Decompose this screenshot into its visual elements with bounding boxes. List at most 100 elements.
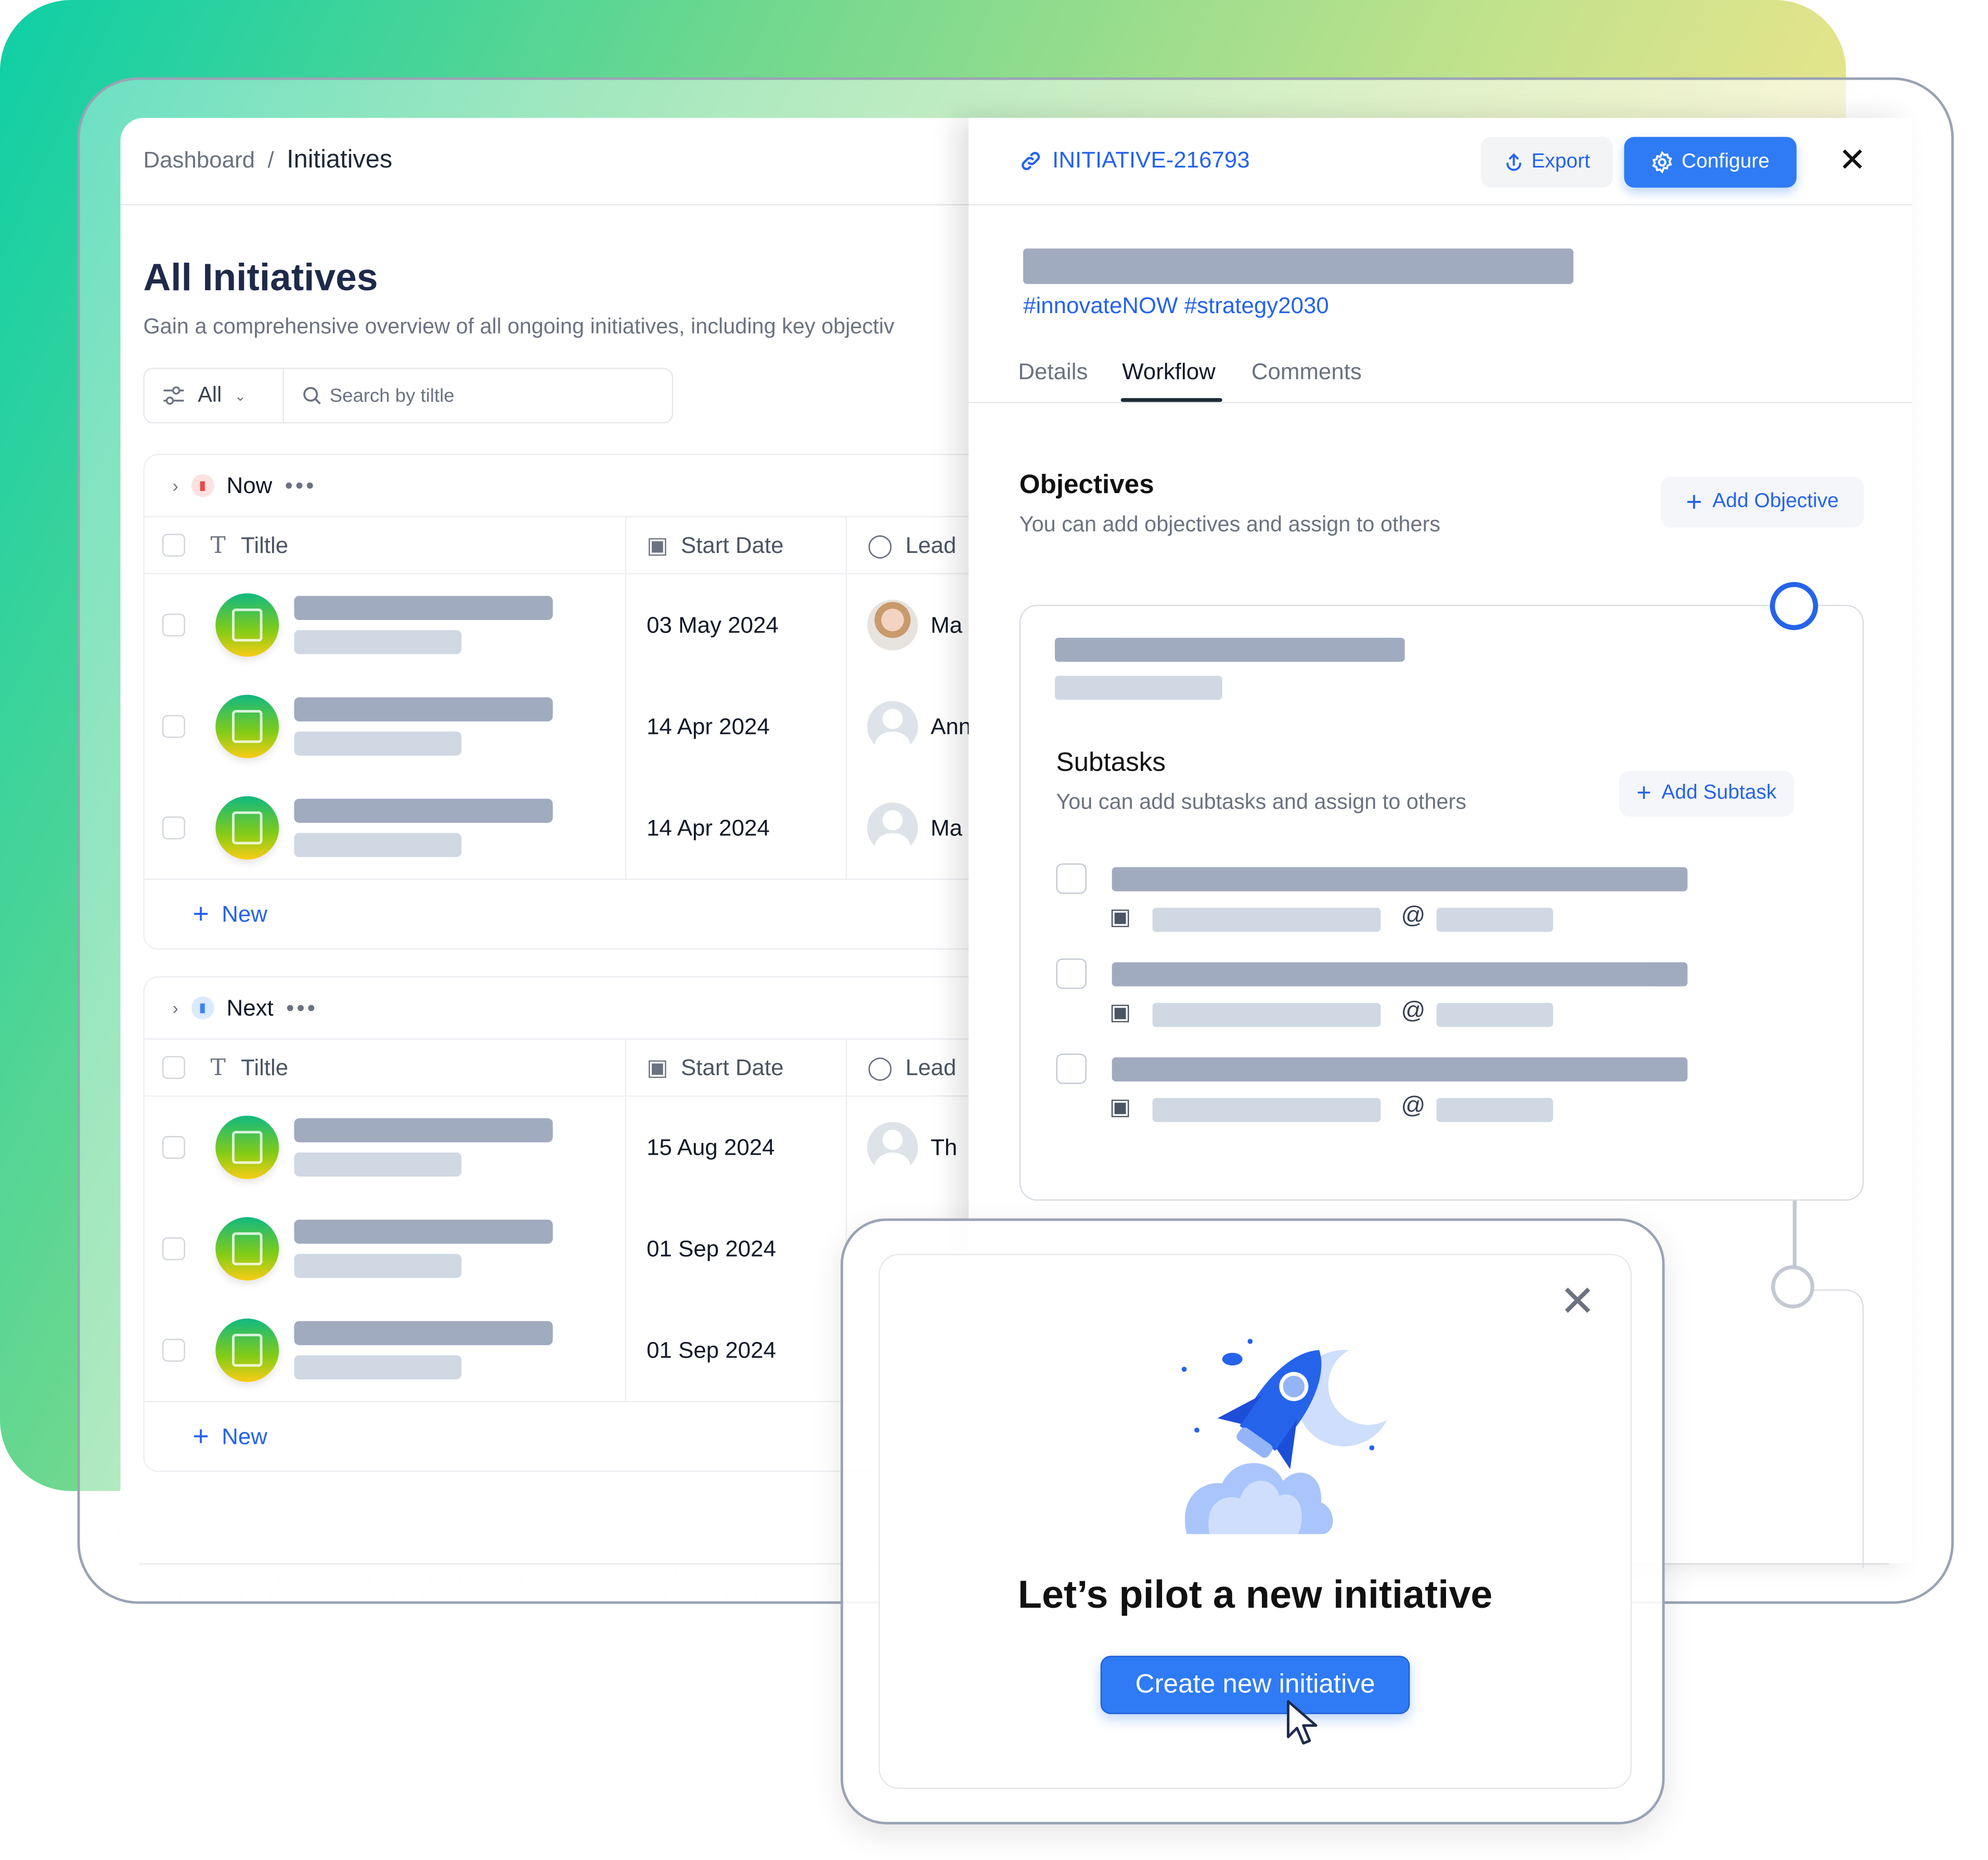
- close-icon[interactable]: ✕: [1836, 143, 1869, 176]
- new-item-button[interactable]: + New: [145, 880, 1004, 949]
- select-all-checkbox[interactable]: [162, 534, 185, 557]
- subtask-checkbox[interactable]: [1056, 863, 1087, 894]
- add-subtask-label: Add Subtask: [1661, 782, 1777, 804]
- detail-tabs: Details Workflow Comments: [969, 346, 1912, 404]
- search-placeholder: Search by tiltle: [329, 384, 455, 407]
- plus-icon: +: [192, 897, 209, 929]
- start-date: 14 Apr 2024: [626, 777, 847, 879]
- add-objective-label: Add Objective: [1712, 490, 1839, 512]
- table-header: T Tiltle ▣ Start Date ◯ Lead: [144, 517, 1004, 575]
- rocket-illustration-icon: [1181, 1339, 1387, 1534]
- group-header[interactable]: › ▮ Now •••: [144, 455, 1004, 518]
- export-button[interactable]: Export: [1481, 137, 1613, 188]
- page-title: All Initiatives: [143, 257, 378, 300]
- search-input[interactable]: Search by tiltle: [284, 369, 455, 422]
- export-label: Export: [1531, 151, 1590, 173]
- avatar: [867, 1122, 918, 1173]
- create-initiative-modal: ✕ Let’s pilot a new initiative Create ne…: [879, 1254, 1632, 1789]
- create-initiative-button[interactable]: Create new initiative: [1100, 1656, 1410, 1714]
- column-lead[interactable]: Lead: [906, 1054, 957, 1081]
- chevron-down-icon: ⌄: [234, 389, 247, 404]
- subtask-checkbox[interactable]: [1056, 1053, 1087, 1084]
- tab-details[interactable]: Details: [1018, 359, 1088, 385]
- more-options-icon[interactable]: •••: [286, 994, 318, 1021]
- next-objective-card-edge: [1792, 1289, 1864, 1569]
- initiative-tags[interactable]: #innovateNOW #strategy2030: [1023, 293, 1329, 319]
- breadcrumb-dashboard[interactable]: Dashboard: [143, 147, 255, 173]
- row-checkbox[interactable]: [162, 1136, 185, 1159]
- modal-overlay: ✕ Let’s pilot a new initiative Create ne…: [841, 1218, 1665, 1825]
- column-start-date[interactable]: Start Date: [681, 532, 784, 559]
- calendar-icon: ▣: [1109, 903, 1131, 929]
- objective-title-placeholder: [1055, 638, 1405, 662]
- filter-dropdown[interactable]: All ⌄: [145, 369, 284, 422]
- initiative-id: INITIATIVE-216793: [1052, 147, 1250, 173]
- table-row[interactable]: 03 May 2024 Ma: [145, 574, 1004, 676]
- more-options-icon[interactable]: •••: [285, 472, 317, 499]
- avatar: [867, 701, 918, 752]
- calendar-icon: ▣: [1109, 999, 1131, 1025]
- title-placeholder: [294, 697, 553, 756]
- title-placeholder: [294, 1219, 553, 1278]
- group-now: › ▮ Now ••• T Tiltle ▣ Start Date ◯ Lead 03…: [143, 454, 1005, 950]
- row-checkbox[interactable]: [162, 1339, 185, 1362]
- avatar: [867, 802, 918, 854]
- initiative-badge-icon: [215, 1217, 279, 1281]
- group-name: Now: [226, 472, 273, 498]
- objectives-subtitle: You can add objectives and assign to oth…: [1019, 512, 1441, 537]
- header-divider: [120, 204, 996, 205]
- table-row[interactable]: 14 Apr 2024 Ann: [145, 676, 1004, 778]
- column-title[interactable]: Tiltle: [241, 532, 288, 559]
- workflow-node-icon[interactable]: [1771, 1265, 1815, 1309]
- workflow-node-active-icon[interactable]: [1770, 582, 1818, 630]
- initiative-badge-icon: [215, 593, 279, 657]
- column-start-date[interactable]: Start Date: [681, 1054, 784, 1081]
- start-date: 14 Apr 2024: [626, 676, 847, 778]
- start-date: 01 Sep 2024: [626, 1299, 847, 1401]
- row-checkbox[interactable]: [162, 816, 185, 839]
- sliders-icon: [163, 386, 184, 405]
- add-objective-button[interactable]: + Add Objective: [1661, 476, 1864, 527]
- initiative-title-placeholder: [1023, 248, 1573, 284]
- initiative-badge-icon: [215, 694, 279, 758]
- link-icon: [1022, 151, 1040, 170]
- initiative-id-link[interactable]: INITIATIVE-216793: [1019, 147, 1250, 174]
- close-icon[interactable]: ✕: [1559, 1281, 1595, 1324]
- calendar-icon: ▣: [647, 1054, 668, 1080]
- initiative-badge-icon: [215, 796, 279, 860]
- objectives-title: Objectives: [1019, 470, 1154, 500]
- plus-icon: +: [1636, 779, 1651, 807]
- page-subtitle: Gain a comprehensive overview of all ong…: [143, 314, 895, 339]
- tab-workflow[interactable]: Workflow: [1122, 359, 1216, 385]
- tab-comments[interactable]: Comments: [1251, 359, 1362, 385]
- subtask-checkbox[interactable]: [1056, 958, 1087, 989]
- group-header[interactable]: › ▮ Next •••: [144, 977, 1004, 1040]
- filter-label: All: [198, 383, 222, 407]
- start-date: 01 Sep 2024: [626, 1198, 847, 1300]
- subtasks-title: Subtasks: [1056, 748, 1166, 778]
- chevron-right-icon[interactable]: ›: [173, 998, 178, 1018]
- column-title[interactable]: Tiltle: [241, 1054, 288, 1081]
- chevron-right-icon[interactable]: ›: [173, 475, 178, 496]
- column-lead[interactable]: Lead: [906, 532, 957, 559]
- title-placeholder: [294, 596, 553, 654]
- breadcrumb: Dashboard / Initiatives: [143, 146, 392, 175]
- table-row[interactable]: 14 Apr 2024 Ma: [144, 777, 1004, 880]
- lead-name: Ma: [931, 815, 963, 840]
- lead-name: Ma: [931, 612, 963, 637]
- filter-toolbar: All ⌄ Search by tiltle: [143, 367, 674, 424]
- subtask-item[interactable]: ▣ @: [1056, 863, 1690, 939]
- row-checkbox[interactable]: [162, 1237, 185, 1260]
- add-subtask-button[interactable]: + Add Subtask: [1619, 771, 1795, 817]
- new-label: New: [222, 900, 268, 926]
- text-type-icon: T: [210, 532, 226, 559]
- priority-chart-icon: ▮: [191, 474, 214, 497]
- configure-button[interactable]: Configure: [1624, 137, 1797, 188]
- row-checkbox[interactable]: [162, 613, 185, 637]
- select-all-checkbox[interactable]: [162, 1056, 185, 1079]
- table-row[interactable]: 15 Aug 2024 Th: [145, 1096, 1004, 1198]
- calendar-icon: ▣: [1109, 1094, 1131, 1120]
- row-checkbox[interactable]: [162, 715, 185, 738]
- subtask-item[interactable]: ▣ @: [1056, 1053, 1690, 1130]
- subtask-item[interactable]: ▣ @: [1056, 958, 1690, 1035]
